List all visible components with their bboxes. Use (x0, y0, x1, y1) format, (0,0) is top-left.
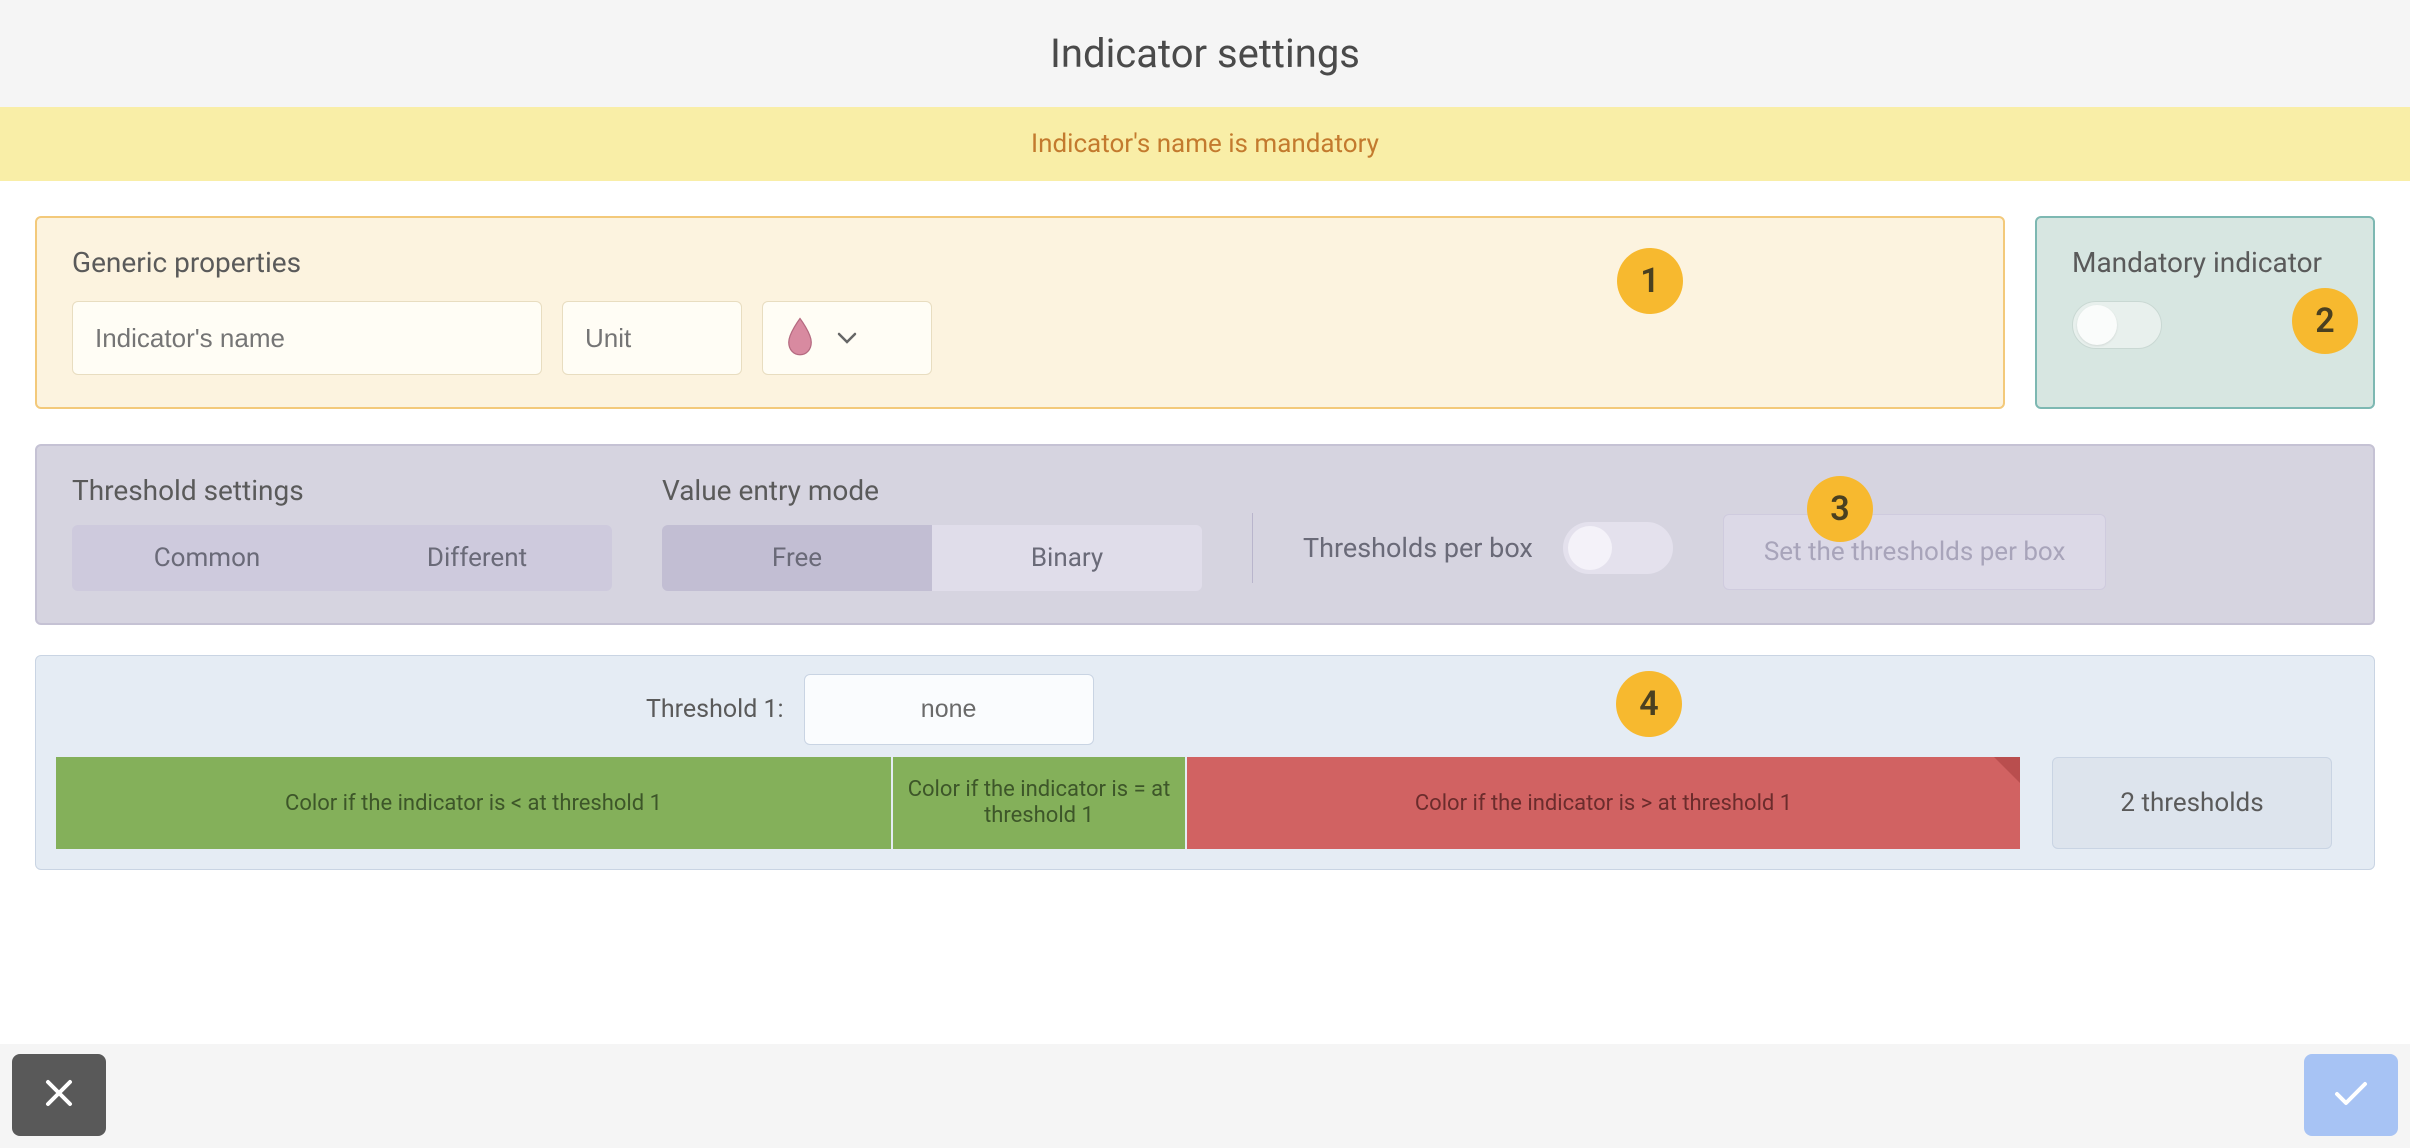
cancel-button[interactable] (12, 1054, 106, 1136)
thresholds-per-box-toggle[interactable] (1563, 522, 1673, 574)
generic-title: Generic properties (72, 246, 1968, 279)
indicator-name-input[interactable] (72, 301, 542, 375)
threshold-common-button[interactable]: Common (72, 525, 342, 591)
color-less-than[interactable]: Color if the indicator is < at threshold… (56, 757, 891, 849)
thresholds-per-box-label: Thresholds per box (1303, 532, 1533, 564)
dialog-title: Indicator settings (0, 30, 2410, 77)
confirm-button[interactable] (2304, 1054, 2398, 1136)
dialog-footer (0, 1044, 2410, 1148)
icon-select[interactable] (762, 301, 932, 375)
set-thresholds-per-box-button[interactable]: Set the thresholds per box (1723, 514, 2107, 590)
threshold-colors-panel: 4 Threshold 1: Color if the indicator is… (35, 655, 2375, 870)
chevron-down-icon (837, 326, 857, 351)
callout-3: 3 (1807, 476, 1873, 542)
two-thresholds-label: 2 thresholds (2120, 788, 2263, 818)
close-icon (42, 1076, 76, 1114)
value-mode-title: Value entry mode (662, 474, 1202, 507)
callout-1: 1 (1617, 248, 1683, 314)
two-thresholds-button[interactable]: 2 thresholds (2052, 757, 2332, 849)
color-equal[interactable]: Color if the indicator is = at threshold… (893, 757, 1185, 849)
mandatory-indicator-panel: 2 Mandatory indicator (2035, 216, 2375, 409)
divider (1252, 513, 1253, 583)
color-gt-label: Color if the indicator is > at threshold… (1415, 791, 1792, 816)
generic-properties-panel: 1 Generic properties (35, 216, 2005, 409)
value-mode-binary-button[interactable]: Binary (932, 525, 1202, 591)
threshold1-input[interactable] (804, 674, 1094, 745)
toggle-knob (2077, 305, 2117, 345)
threshold1-label: Threshold 1: (646, 695, 784, 724)
mandatory-toggle[interactable] (2072, 301, 2162, 349)
toggle-knob (1568, 526, 1612, 570)
warning-text: Indicator's name is mandatory (1031, 129, 1379, 159)
value-mode-free-button[interactable]: Free (662, 525, 932, 591)
mandatory-title: Mandatory indicator (2072, 246, 2338, 279)
color-lt-label: Color if the indicator is < at threshold… (285, 791, 662, 816)
validation-warning: Indicator's name is mandatory (0, 107, 2410, 181)
unit-input[interactable] (562, 301, 742, 375)
callout-2: 2 (2292, 288, 2358, 354)
color-greater-than[interactable]: Color if the indicator is > at threshold… (1187, 757, 2020, 849)
color-eq-label: Color if the indicator is = at threshold… (903, 777, 1175, 830)
threshold-settings-panel: 3 Threshold settings Common Different Va… (35, 444, 2375, 625)
check-icon (2331, 1077, 2371, 1113)
threshold-different-button[interactable]: Different (342, 525, 612, 591)
drop-icon (785, 316, 815, 360)
callout-4: 4 (1616, 671, 1682, 737)
dialog-header: Indicator settings (0, 0, 2410, 107)
threshold-title: Threshold settings (72, 474, 612, 507)
